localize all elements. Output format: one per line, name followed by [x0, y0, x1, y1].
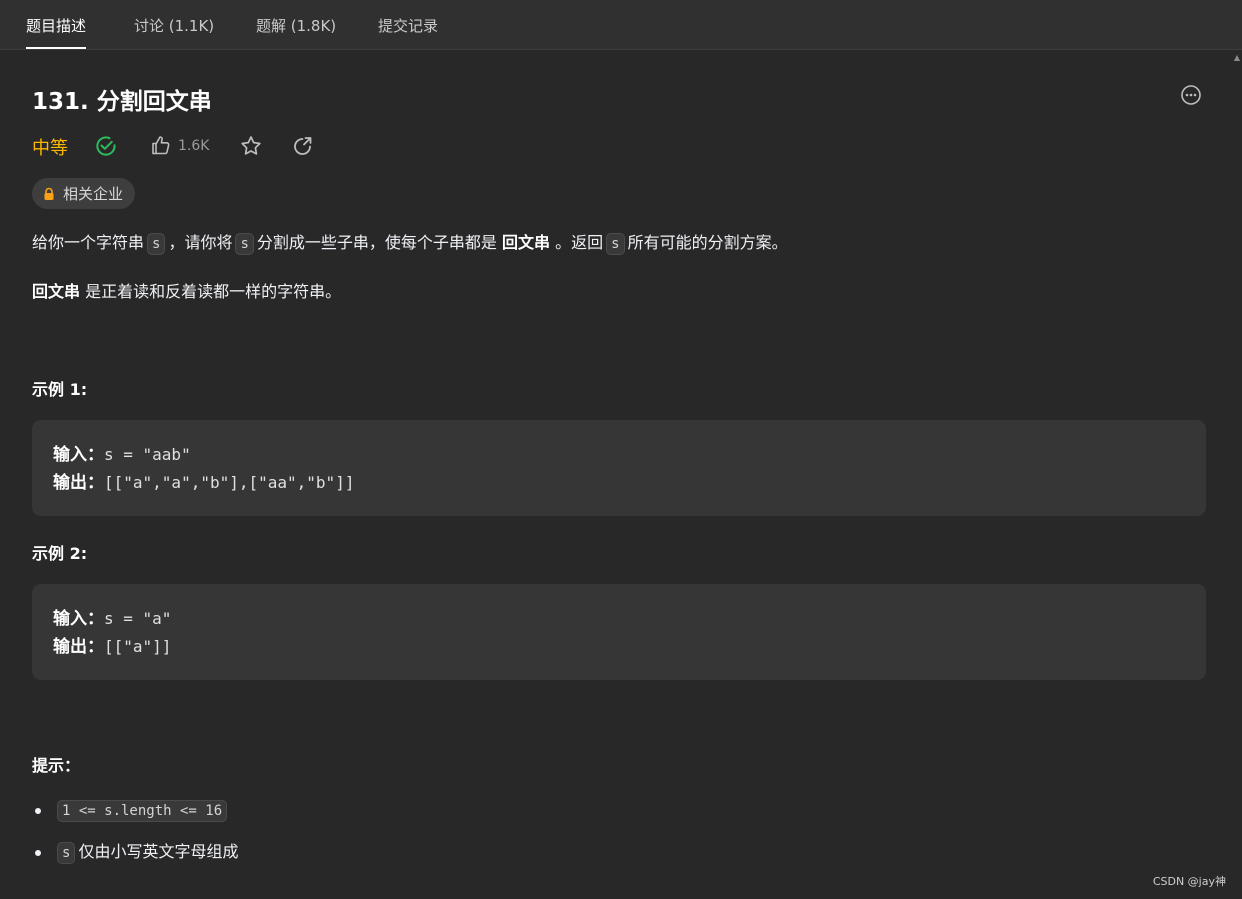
hints-title: 提示： — [32, 756, 81, 775]
constraint-text: 仅由小写英文字母组成 — [78, 842, 239, 861]
example-input-line: 输入：s = "a" — [53, 605, 1185, 633]
tab-discussion[interactable]: 讨论 (1.1K) — [134, 0, 214, 49]
thumbs-up-icon — [152, 136, 170, 155]
tab-submissions[interactable]: 提交记录 — [378, 0, 438, 49]
tab-description[interactable]: 题目描述 — [26, 0, 87, 49]
inline-code: 1 <= s.length <= 16 — [57, 800, 228, 822]
share-icon[interactable] — [291, 134, 315, 158]
description-paragraph-2: 回文串 是正着读和反着读都一样的字符串。 — [32, 279, 341, 305]
desc-text: 。返回 — [555, 233, 604, 252]
inline-code: s — [57, 842, 76, 864]
desc-text: 是正着读和反着读都一样的字符串。 — [85, 282, 342, 301]
output-label: 输出： — [53, 473, 104, 493]
desc-text: ，请你将 — [168, 233, 233, 252]
input-value: s = "a" — [104, 609, 172, 628]
example-2-box: 输入：s = "a" 输出：[["a"]] — [32, 584, 1206, 680]
inline-code: s — [606, 233, 625, 255]
example-1-box: 输入：s = "aab" 输出：[["a","a","b"],["aa","b"… — [32, 420, 1206, 516]
desc-text: 分割成一些子串，使每个子串都是 — [256, 233, 497, 252]
tab-solutions[interactable]: 题解 (1.8K) — [256, 0, 336, 49]
desc-text: 给你一个字符串 — [32, 233, 145, 252]
list-item: 1 <= s.length <= 16 — [32, 796, 632, 838]
input-value: s = "aab" — [104, 445, 191, 464]
solved-check-icon — [96, 136, 116, 156]
example-input-line: 输入：s = "aab" — [53, 441, 1185, 469]
desc-bold-term: 回文串 — [502, 233, 551, 252]
related-companies-label: 相关企业 — [63, 185, 124, 203]
more-icon[interactable] — [1180, 84, 1202, 106]
problem-title: 131. 分割回文串 — [32, 89, 212, 115]
difficulty-badge: 中等 — [32, 138, 68, 159]
output-label: 输出： — [53, 637, 104, 657]
output-value: [["a"]] — [104, 637, 172, 656]
description-paragraph-1: 给你一个字符串 s ，请你将 s 分割成一些子串，使每个子串都是 回文串 。返回 s 所有可… — [32, 230, 788, 257]
constraints-list: 1 <= s.length <= 16 s 仅由小写英文字母组成 — [32, 796, 632, 880]
list-item: s 仅由小写英文字母组成 — [32, 838, 632, 880]
example-output-line: 输出：[["a"]] — [53, 633, 1185, 661]
example-output-line: 输出：[["a","a","b"],["aa","b"]] — [53, 469, 1185, 497]
example-2-title: 示例 2: — [32, 544, 88, 563]
input-label: 输入： — [53, 609, 104, 629]
tab-bar: 题目描述 讨论 (1.1K) 题解 (1.8K) 提交记录 — [0, 0, 1242, 50]
input-label: 输入： — [53, 445, 104, 465]
watermark: CSDN @jay神 — [1152, 875, 1226, 888]
output-value: [["a","a","b"],["aa","b"]] — [104, 473, 355, 492]
desc-text: 所有可能的分割方案。 — [627, 233, 788, 252]
star-icon[interactable] — [239, 134, 263, 158]
desc-bold-term: 回文串 — [32, 282, 81, 301]
example-1-title: 示例 1: — [32, 380, 88, 399]
like-count: 1.6K — [178, 138, 210, 154]
inline-code: s — [147, 233, 166, 255]
lock-icon — [44, 187, 54, 200]
problem-meta: 中等 1.6K — [32, 132, 432, 162]
related-companies-tag[interactable]: 相关企业 — [32, 178, 136, 209]
inline-code: s — [235, 233, 254, 255]
scroll-up-arrow[interactable]: ▲ — [1232, 51, 1242, 65]
